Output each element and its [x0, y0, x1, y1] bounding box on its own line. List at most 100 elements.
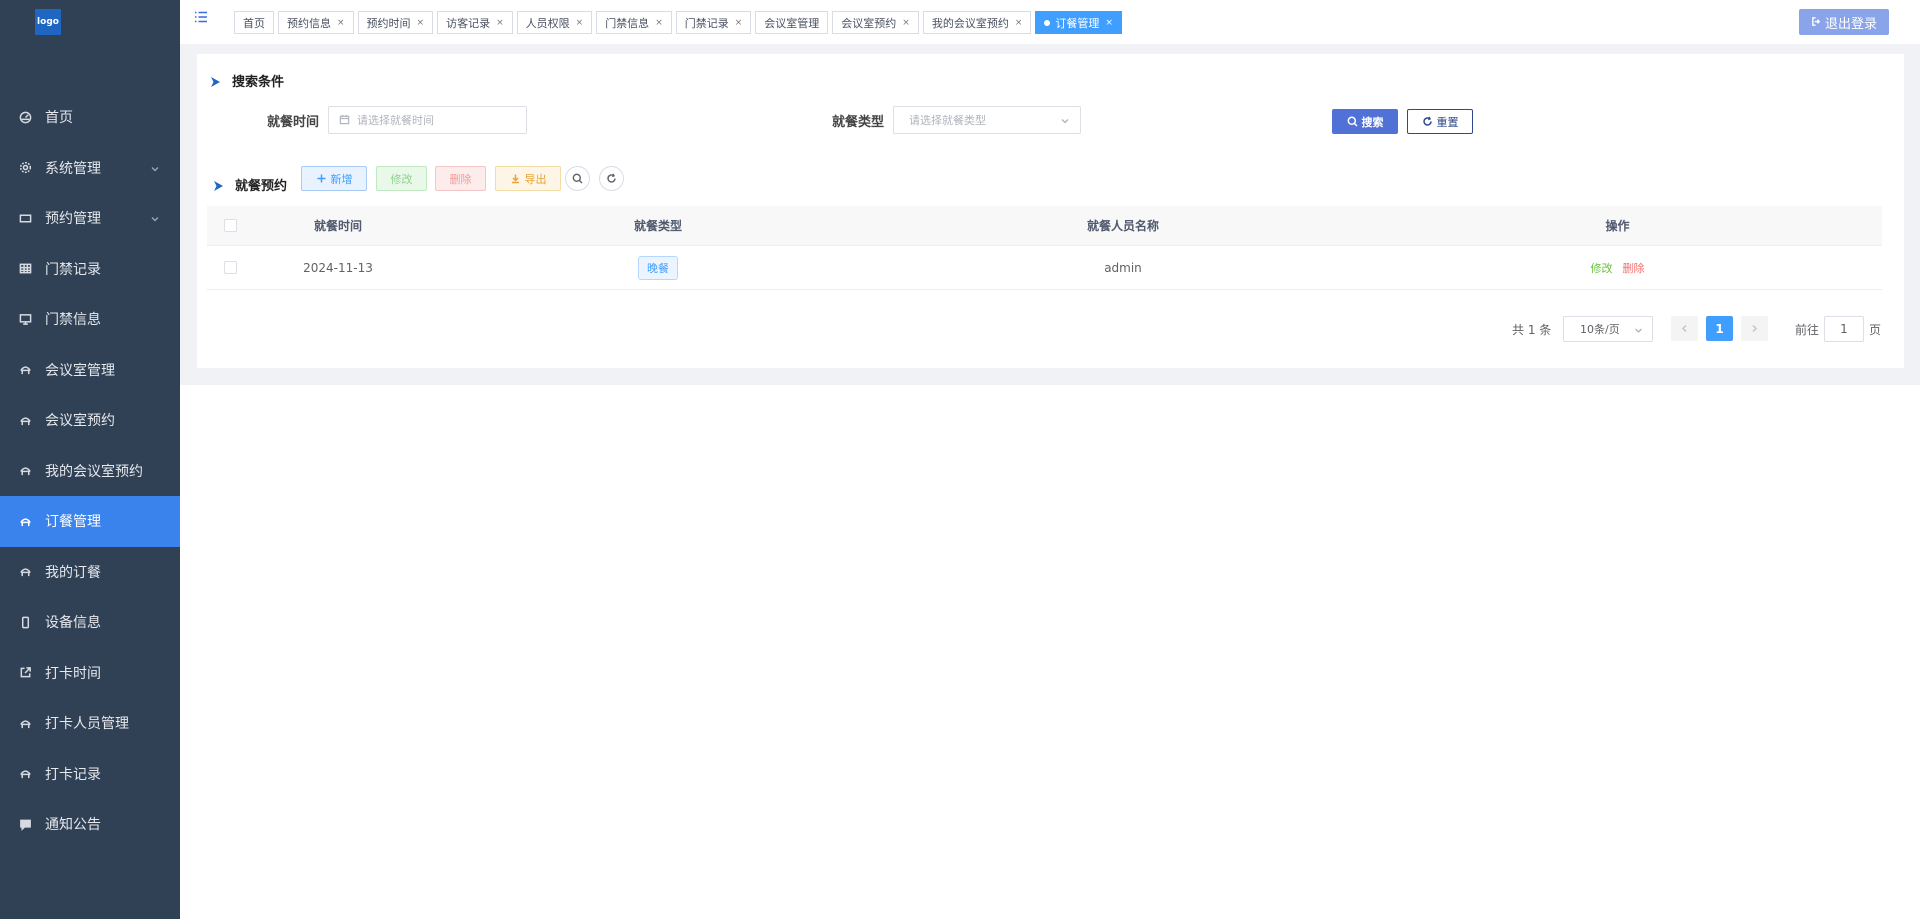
close-icon[interactable]: × — [902, 18, 910, 28]
goto-page-input[interactable]: 1 — [1824, 315, 1864, 342]
tag-my-meeting-booking[interactable]: 我的会议室预约 × — [922, 11, 1032, 34]
dashboard-icon — [18, 110, 32, 124]
menu-toggle-icon[interactable] — [194, 10, 208, 24]
row-checkbox[interactable] — [223, 261, 237, 274]
next-page-button[interactable] — [1741, 316, 1768, 341]
meeting-icon — [18, 464, 32, 478]
sidebar-item-clock-record[interactable]: 打卡记录 — [0, 749, 180, 800]
sidebar-item-label: 会议室管理 — [45, 362, 115, 379]
sidebar-item-meeting-booking[interactable]: 会议室预约 — [0, 395, 180, 446]
top-bar: 首页 预约信息 × 预约时间 × 访客记录 × 人员权限 × 门禁信息 × 门禁记录 × 会… — [180, 0, 1920, 44]
meal-type-placeholder: 请选择就餐类型 — [909, 114, 986, 127]
export-button-label: 导出 — [524, 172, 547, 186]
refresh-button[interactable] — [599, 166, 624, 191]
sidebar-item-notice[interactable]: 通知公告 — [0, 799, 180, 850]
meal-type-select[interactable]: 请选择就餐类型 — [893, 106, 1081, 134]
delete-button[interactable]: 删除 — [435, 166, 486, 191]
goto-suffix: 页 — [1869, 323, 1882, 337]
logout-button[interactable]: 退出登录 — [1799, 9, 1889, 35]
tag-label: 访客记录 — [446, 16, 491, 30]
close-icon[interactable]: × — [1105, 18, 1113, 28]
sidebar-item-access-record[interactable]: 门禁记录 — [0, 244, 180, 295]
sidebar-item-reservation[interactable]: 预约管理 — [0, 193, 180, 244]
page-number-current[interactable]: 1 — [1706, 316, 1733, 341]
sidebar-item-label: 我的订餐 — [45, 564, 101, 581]
close-icon[interactable]: × — [337, 18, 345, 28]
meeting-icon — [18, 565, 32, 579]
close-icon[interactable]: × — [735, 18, 743, 28]
cell-meal-time: 2024-11-13 — [303, 260, 373, 275]
sidebar-item-my-meal[interactable]: 我的订餐 — [0, 547, 180, 598]
prev-page-button[interactable] — [1671, 316, 1698, 341]
meeting-icon — [18, 413, 32, 427]
sidebar-menu: 首页 系统管理 预约管理 门禁记录 门禁信息 会议室管理 会议室预约 我的会议室… — [0, 92, 180, 850]
header-meal-type: 就餐类型 — [633, 219, 682, 233]
gear-icon — [18, 161, 32, 175]
row-delete-link[interactable]: 删除 — [1623, 260, 1645, 276]
pagination-total: 共 1 条 — [1512, 323, 1552, 337]
table-header: 就餐时间 就餐类型 就餐人员名称 操作 — [207, 206, 1882, 246]
sidebar-item-label: 系统管理 — [45, 160, 101, 177]
sidebar-item-home[interactable]: 首页 — [0, 92, 180, 143]
chevron-left-icon — [1681, 324, 1687, 333]
page-size-select[interactable]: 10条/页 — [1563, 315, 1653, 342]
edit-button[interactable]: 修改 — [376, 166, 427, 191]
tag-home[interactable]: 首页 — [234, 11, 274, 34]
table-icon — [18, 262, 32, 276]
tag-label: 会议室管理 — [764, 16, 820, 30]
chevron-down-icon — [1634, 325, 1643, 334]
sidebar-item-label: 打卡时间 — [45, 665, 101, 682]
close-icon[interactable]: × — [496, 18, 504, 28]
sidebar-item-meeting-room[interactable]: 会议室管理 — [0, 345, 180, 396]
search-button[interactable]: 搜索 — [1332, 109, 1398, 134]
tag-reservation-info[interactable]: 预约信息 × — [278, 11, 354, 34]
sidebar-item-system[interactable]: 系统管理 — [0, 143, 180, 194]
sidebar-item-label: 会议室预约 — [45, 413, 115, 430]
close-icon[interactable]: × — [576, 18, 584, 28]
page-size-value: 10条/页 — [1580, 322, 1620, 336]
reset-button[interactable]: 重置 — [1407, 109, 1473, 134]
close-icon[interactable]: × — [1015, 18, 1023, 28]
logo: logo — [35, 9, 61, 35]
tag-meeting-booking[interactable]: 会议室预约 × — [832, 11, 919, 34]
tag-staff-permission[interactable]: 人员权限 × — [516, 11, 593, 34]
refresh-icon — [607, 173, 616, 183]
tag-meal-management[interactable]: 订餐管理 × — [1035, 11, 1122, 34]
sidebar-item-my-meeting-booking[interactable]: 我的会议室预约 — [0, 446, 180, 497]
list-section-title: 就餐预约 — [214, 175, 287, 194]
tag-visitor-record[interactable]: 访客记录 × — [437, 11, 513, 34]
tag-reservation-time[interactable]: 预约时间 × — [357, 11, 434, 34]
tag-label: 首页 — [243, 16, 265, 30]
tag-label: 预约时间 — [366, 16, 411, 30]
search-title-text: 搜索条件 — [232, 75, 285, 90]
card-icon — [18, 211, 32, 225]
sidebar-item-clock-time[interactable]: 打卡时间 — [0, 648, 180, 699]
search-section-title: 搜索条件 — [211, 71, 284, 90]
table-row: 2024-11-13 晚餐 admin 修改 删除 — [207, 246, 1882, 290]
toggle-search-button[interactable] — [565, 166, 590, 191]
export-button[interactable]: 导出 — [495, 166, 561, 191]
tag-access-info[interactable]: 门禁信息 × — [596, 11, 672, 34]
search-icon — [1347, 116, 1358, 127]
logout-label: 退出登录 — [1824, 16, 1877, 32]
sidebar-item-device-info[interactable]: 设备信息 — [0, 597, 180, 648]
add-button[interactable]: 新增 — [301, 166, 367, 191]
list-title-text: 就餐预约 — [235, 179, 288, 194]
sidebar-item-label: 我的会议室预约 — [45, 463, 143, 480]
sidebar-item-clock-staff[interactable]: 打卡人员管理 — [0, 698, 180, 749]
meal-time-input[interactable]: 请选择就餐时间 — [328, 106, 527, 134]
sidebar-item-meal-management[interactable]: 订餐管理 — [0, 496, 180, 547]
select-all-checkbox[interactable] — [223, 219, 237, 232]
tag-access-record[interactable]: 门禁记录 × — [675, 11, 752, 34]
row-select-cell — [207, 261, 253, 274]
tag-label: 门禁记录 — [684, 16, 729, 30]
sidebar-item-label: 预约管理 — [45, 211, 101, 228]
tag-meeting-room[interactable]: 会议室管理 — [755, 11, 829, 34]
chevron-down-icon — [1060, 116, 1070, 126]
external-link-icon — [18, 666, 32, 680]
row-edit-link[interactable]: 修改 — [1591, 260, 1613, 276]
search-button-label: 搜索 — [1361, 115, 1384, 129]
close-icon[interactable]: × — [655, 18, 663, 28]
triangle-icon — [214, 180, 223, 191]
close-icon[interactable]: × — [417, 18, 425, 28]
